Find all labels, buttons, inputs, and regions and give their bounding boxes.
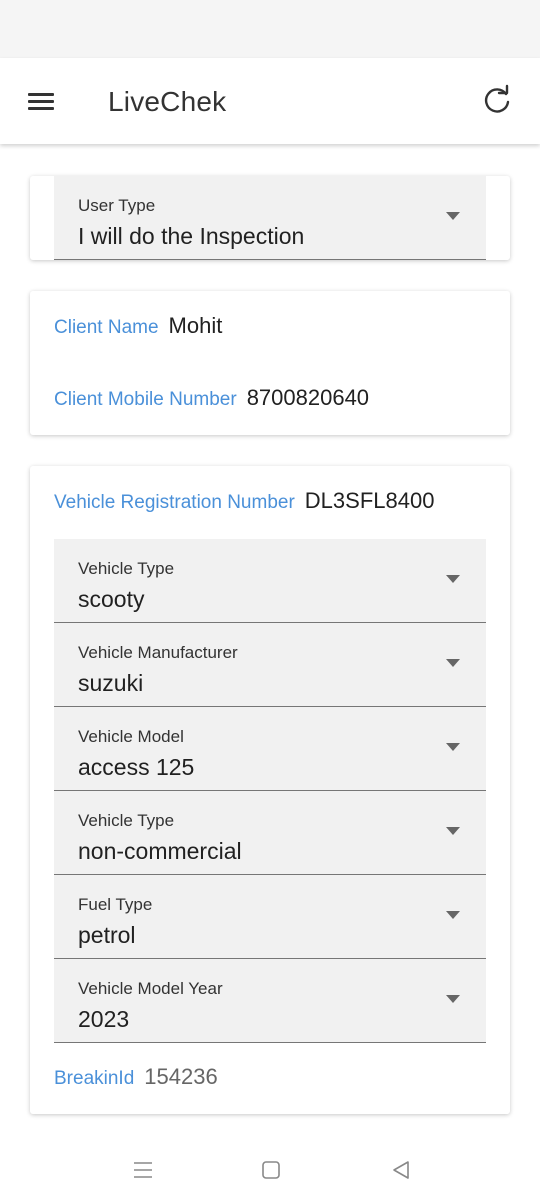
chevron-down-icon [446, 995, 460, 1003]
field-label: Fuel Type [78, 895, 153, 914]
vehicle-card: Vehicle Registration Number DL3SFL8400 Ve… [30, 466, 510, 1114]
client-name-label: Client Name [54, 317, 159, 338]
chevron-down-icon [446, 743, 460, 751]
user-type-select[interactable]: User Type I will do the Inspection [54, 176, 486, 260]
field-value: petrol [78, 922, 136, 948]
field-value: access 125 [78, 754, 195, 780]
field-label: Vehicle Type [78, 811, 175, 830]
vehicle-usage-type-select[interactable]: Vehicle Type non-commercial [54, 791, 486, 875]
vehicle-model-year-select[interactable]: Vehicle Model Year 2023 [54, 959, 486, 1043]
home-icon[interactable] [257, 1156, 285, 1184]
chevron-down-icon [446, 575, 460, 583]
breakin-id-row: BreakinId 154236 [54, 1064, 218, 1090]
fuel-type-select[interactable]: Fuel Type petrol [54, 875, 486, 959]
client-mobile-row: Client Mobile Number 8700820640 [54, 385, 369, 411]
client-name-row: Client Name Mohit [54, 313, 222, 339]
chevron-down-icon [446, 212, 460, 220]
chevron-down-icon [446, 911, 460, 919]
refresh-icon[interactable] [480, 84, 514, 118]
vehicle-model-select[interactable]: Vehicle Model access 125 [54, 707, 486, 791]
breakin-id-label: BreakinId [54, 1068, 135, 1089]
vehicle-registration-row: Vehicle Registration Number DL3SFL8400 [54, 488, 434, 514]
main-content: User Type I will do the Inspection Clien… [0, 144, 540, 1140]
field-value: non-commercial [78, 838, 242, 864]
client-mobile-label: Client Mobile Number [54, 389, 237, 410]
field-value: suzuki [78, 670, 144, 696]
status-bar [0, 0, 540, 58]
field-value: scooty [78, 586, 145, 612]
client-name-value: Mohit [168, 313, 223, 338]
back-icon[interactable] [387, 1156, 415, 1184]
vehicle-manufacturer-select[interactable]: Vehicle Manufacturer suzuki [54, 623, 486, 707]
field-label: Vehicle Model [78, 727, 184, 746]
breakin-id-value: 154236 [144, 1064, 218, 1089]
chevron-down-icon [446, 659, 460, 667]
vehicle-type-select[interactable]: Vehicle Type scooty [54, 539, 486, 623]
vehicle-registration-value: DL3SFL8400 [304, 488, 435, 513]
client-card: Client Name Mohit Client Mobile Number 870… [30, 291, 510, 435]
system-nav-bar [0, 1140, 540, 1200]
menu-icon[interactable] [26, 86, 56, 116]
field-value: 2023 [78, 1006, 130, 1032]
recent-apps-icon[interactable] [129, 1156, 157, 1184]
client-mobile-value: 8700820640 [246, 385, 370, 410]
user-type-label: User Type [78, 196, 156, 215]
user-type-value: I will do the Inspection [78, 223, 305, 249]
field-label: Vehicle Manufacturer [78, 643, 238, 662]
field-label: Vehicle Type [78, 559, 175, 578]
vehicle-registration-label: Vehicle Registration Number [54, 492, 295, 513]
chevron-down-icon [446, 827, 460, 835]
field-label: Vehicle Model Year [78, 979, 223, 998]
app-title: LiveChek [108, 86, 227, 117]
user-type-card: User Type I will do the Inspection [30, 176, 510, 260]
app-bar: LiveChek [0, 58, 540, 144]
